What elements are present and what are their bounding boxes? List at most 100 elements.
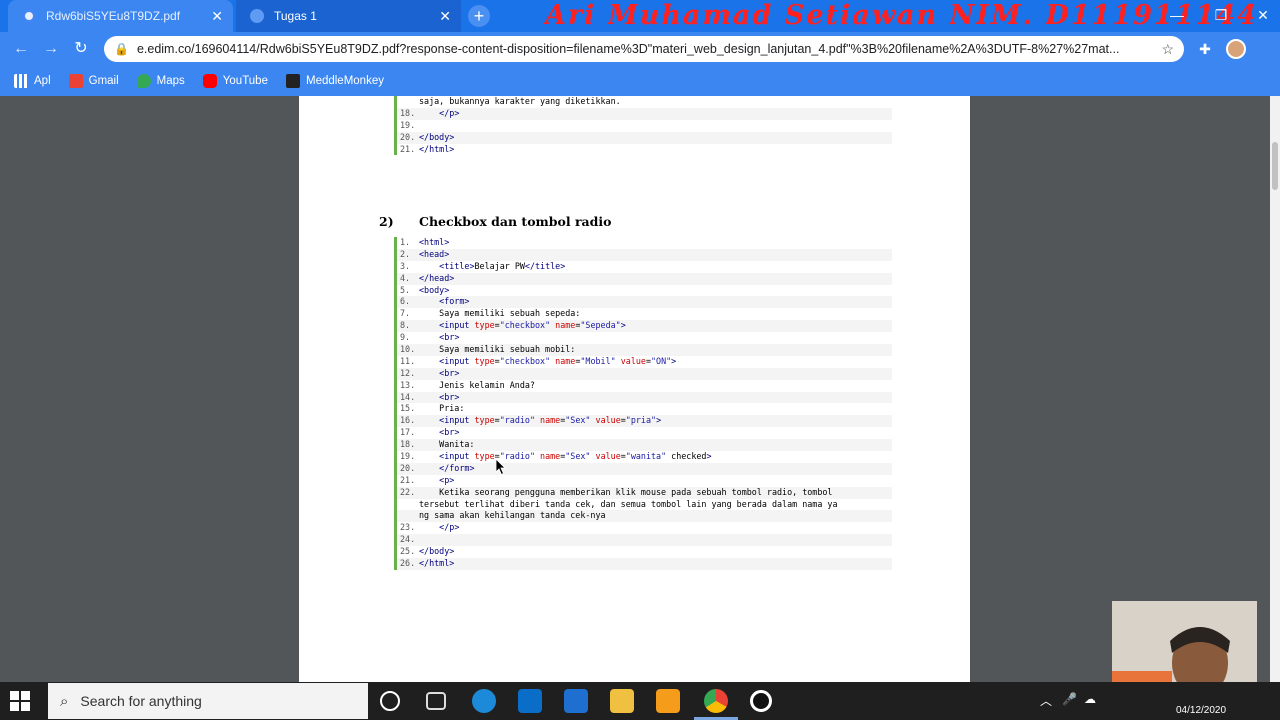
watermark-name: Ari Muhamad Setiawan NIM. D111911144 — [545, 0, 1258, 31]
line-number: 8. — [400, 320, 411, 331]
microphone-icon[interactable]: 🎤 — [1062, 692, 1077, 706]
code-text: <body> — [419, 284, 450, 295]
code-line: 10. Saya memiliki sebuah mobil: — [397, 344, 892, 356]
code-text: </p> — [439, 522, 460, 533]
bookmark-youtube[interactable]: YouTube — [202, 74, 268, 88]
code-text: <input type="radio" name="Sex" value="pr… — [439, 415, 662, 426]
url-text: e.edim.co/169604114/Rdw6biS5YEu8T9DZ.pdf… — [136, 42, 1120, 56]
close-tab-icon[interactable]: ✕ — [211, 8, 223, 25]
line-number: 15. — [400, 403, 416, 414]
lock-icon: 🔒 — [114, 42, 129, 56]
line-number: 24. — [400, 534, 416, 545]
code-text: Wanita: — [419, 439, 475, 450]
line-number: 25. — [400, 546, 416, 557]
globe-favicon-icon — [250, 9, 264, 23]
code-line: 20. </form> — [397, 462, 892, 475]
code-text: Jenis kelamin Anda? — [419, 379, 535, 390]
taskbar-search[interactable]: ⌕ Search for anything — [48, 683, 368, 719]
code-line: 8. <input type="checkbox" name="Sepeda"> — [397, 320, 892, 333]
address-bar[interactable]: 🔒 e.edim.co/169604114/Rdw6biS5YEu8T9DZ.p… — [104, 36, 1184, 62]
tab-strip: Rdw6biS5YEu8T9DZ.pdf ✕ Tugas 1 ✕ + Ari M… — [0, 0, 1280, 32]
code-text: Ketika seorang pengguna memberikan klik … — [419, 486, 833, 497]
forward-arrow-icon[interactable]: → — [40, 38, 62, 60]
bookmarks-bar: Apl Gmail Maps YouTube MeddleMonkey — [0, 66, 1280, 96]
search-icon: ⌕ — [60, 692, 69, 710]
maps-pin-icon — [136, 74, 151, 88]
code-block-previous: saja, bukannya karakter yang diketikkan.… — [394, 96, 892, 156]
line-number — [397, 499, 419, 511]
address-toolbar: ← → ↻ 🔒 e.edim.co/169604114/Rdw6biS5YEu8… — [0, 32, 1280, 66]
code-line: 19. <input type="radio" name="Sex" value… — [397, 451, 892, 463]
sublime-text-icon[interactable] — [656, 689, 680, 713]
code-line: ng sama akan kehilangan tanda cek-nya — [397, 510, 892, 523]
code-text: </html> — [419, 558, 455, 569]
code-text: <br> — [439, 427, 460, 438]
profile-avatar[interactable] — [1226, 39, 1246, 59]
section-title: Checkbox dan tombol radio — [419, 214, 612, 229]
section-heading: 2) Checkbox dan tombol radio — [379, 214, 611, 229]
line-number: 10. — [400, 344, 416, 355]
bookmark-meddlemonkey[interactable]: MeddleMonkey — [285, 74, 384, 88]
code-text: Saya memiliki sebuah mobil: — [419, 344, 576, 355]
tab-tugas[interactable]: Tugas 1 ✕ — [236, 0, 461, 32]
reload-icon[interactable]: ↻ — [70, 38, 92, 60]
mail-icon[interactable] — [564, 689, 588, 713]
code-block-checkbox-radio: 1. <html> 2. <head> 3. <title>Belajar PW</ti… — [394, 237, 892, 570]
code-text: tersebut terlihat diberi tanda cek, dan … — [419, 498, 838, 509]
code-line: 18. </p> — [397, 107, 892, 120]
new-tab-button[interactable]: + — [468, 5, 490, 27]
line-number: 18. — [400, 107, 416, 118]
windows-start-icon[interactable] — [10, 691, 30, 711]
code-text: <html> — [419, 237, 450, 247]
line-number: 9. — [400, 332, 411, 343]
code-text: saja, bukannya karakter yang diketikkan. — [419, 96, 621, 106]
tab-pdf[interactable]: Rdw6biS5YEu8T9DZ.pdf ✕ — [8, 0, 233, 32]
cortana-icon[interactable] — [380, 691, 400, 711]
code-line: 23. </p> — [397, 522, 892, 534]
back-arrow-icon[interactable]: ← — [10, 38, 32, 60]
line-number: 5. — [400, 284, 411, 295]
task-view-icon[interactable] — [426, 692, 446, 710]
code-line: 16. <input type="radio" name="Sex" value… — [397, 415, 892, 428]
code-line: 17. <br> — [397, 427, 892, 439]
bookmark-label: Gmail — [88, 75, 119, 87]
pdf-favicon-icon — [22, 9, 36, 23]
onedrive-cloud-icon[interactable]: ☁ — [1084, 692, 1096, 706]
line-number: 19. — [400, 451, 416, 462]
code-text: </p> — [439, 107, 460, 118]
record-icon[interactable] — [750, 690, 772, 712]
minimize-button[interactable]: — — [1154, 0, 1200, 32]
file-explorer-icon[interactable] — [610, 689, 634, 713]
code-line: 4. </head> — [397, 272, 892, 285]
bookmark-apps[interactable]: Apl — [14, 74, 51, 88]
maximize-button[interactable]: ❐ — [1198, 0, 1244, 32]
store-icon[interactable] — [518, 689, 542, 713]
close-window-button[interactable]: ✕ — [1240, 0, 1280, 32]
line-number: 13. — [400, 379, 416, 390]
youtube-icon — [202, 74, 217, 88]
cube-icon — [285, 74, 300, 88]
line-number: 23. — [400, 522, 416, 533]
code-line: 12. <br> — [397, 367, 892, 380]
code-text: </html> — [419, 143, 455, 154]
bookmark-label: MeddleMonkey — [305, 75, 384, 87]
bookmark-label: Apl — [34, 75, 51, 87]
edge-icon[interactable] — [472, 689, 496, 713]
close-tab-icon[interactable]: ✕ — [439, 8, 451, 25]
chrome-icon[interactable] — [704, 689, 728, 713]
scrollbar-thumb[interactable] — [1272, 142, 1278, 190]
search-placeholder: Search for anything — [80, 693, 202, 709]
code-text: </head> — [419, 272, 455, 283]
extensions-puzzle-icon[interactable]: ✚ — [1196, 41, 1214, 59]
tray-chevron-icon[interactable]: ︿ — [1040, 692, 1052, 709]
code-line: 2. <head> — [397, 248, 892, 261]
line-number: 7. — [400, 308, 411, 319]
tab-title: Tugas 1 — [274, 9, 317, 23]
code-text: <br> — [439, 391, 460, 402]
bookmark-star-icon[interactable]: ☆ — [1161, 41, 1174, 58]
pdf-viewer[interactable]: saja, bukannya karakter yang diketikkan.… — [0, 96, 1270, 682]
bookmark-gmail[interactable]: Gmail — [68, 74, 119, 88]
bookmark-label: Maps — [156, 75, 185, 87]
bookmark-maps[interactable]: Maps — [136, 74, 185, 88]
line-number: 18. — [400, 439, 416, 450]
